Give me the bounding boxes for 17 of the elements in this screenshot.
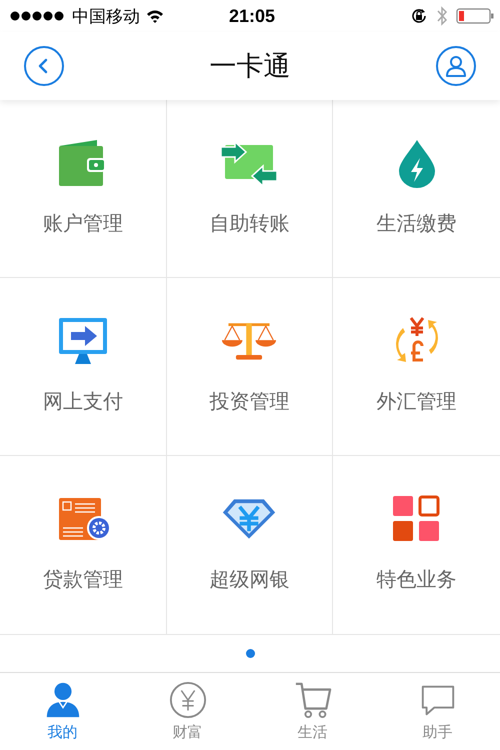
signal-icon [10, 11, 66, 21]
menu-tile[interactable]: 网上支付 [0, 278, 167, 456]
menu-tile[interactable]: 投资管理 [166, 278, 334, 456]
menu-tile[interactable]: 账户管理 [0, 100, 167, 278]
rotation-lock-icon [410, 7, 428, 25]
yen-coin-icon [168, 681, 206, 719]
page-title: 一卡通 [210, 50, 290, 84]
back-button[interactable] [24, 46, 64, 86]
bluetooth-icon [436, 6, 448, 26]
wifi-icon [146, 9, 164, 23]
cart-icon [294, 681, 332, 719]
carrier-name: 中国移动 [72, 6, 140, 28]
user-icon [444, 54, 468, 78]
status-time: 21:05 [228, 6, 276, 26]
battery-icon [456, 8, 494, 24]
menu-tile[interactable]: 自助转账 [166, 100, 334, 278]
profile-button[interactable] [436, 46, 476, 86]
